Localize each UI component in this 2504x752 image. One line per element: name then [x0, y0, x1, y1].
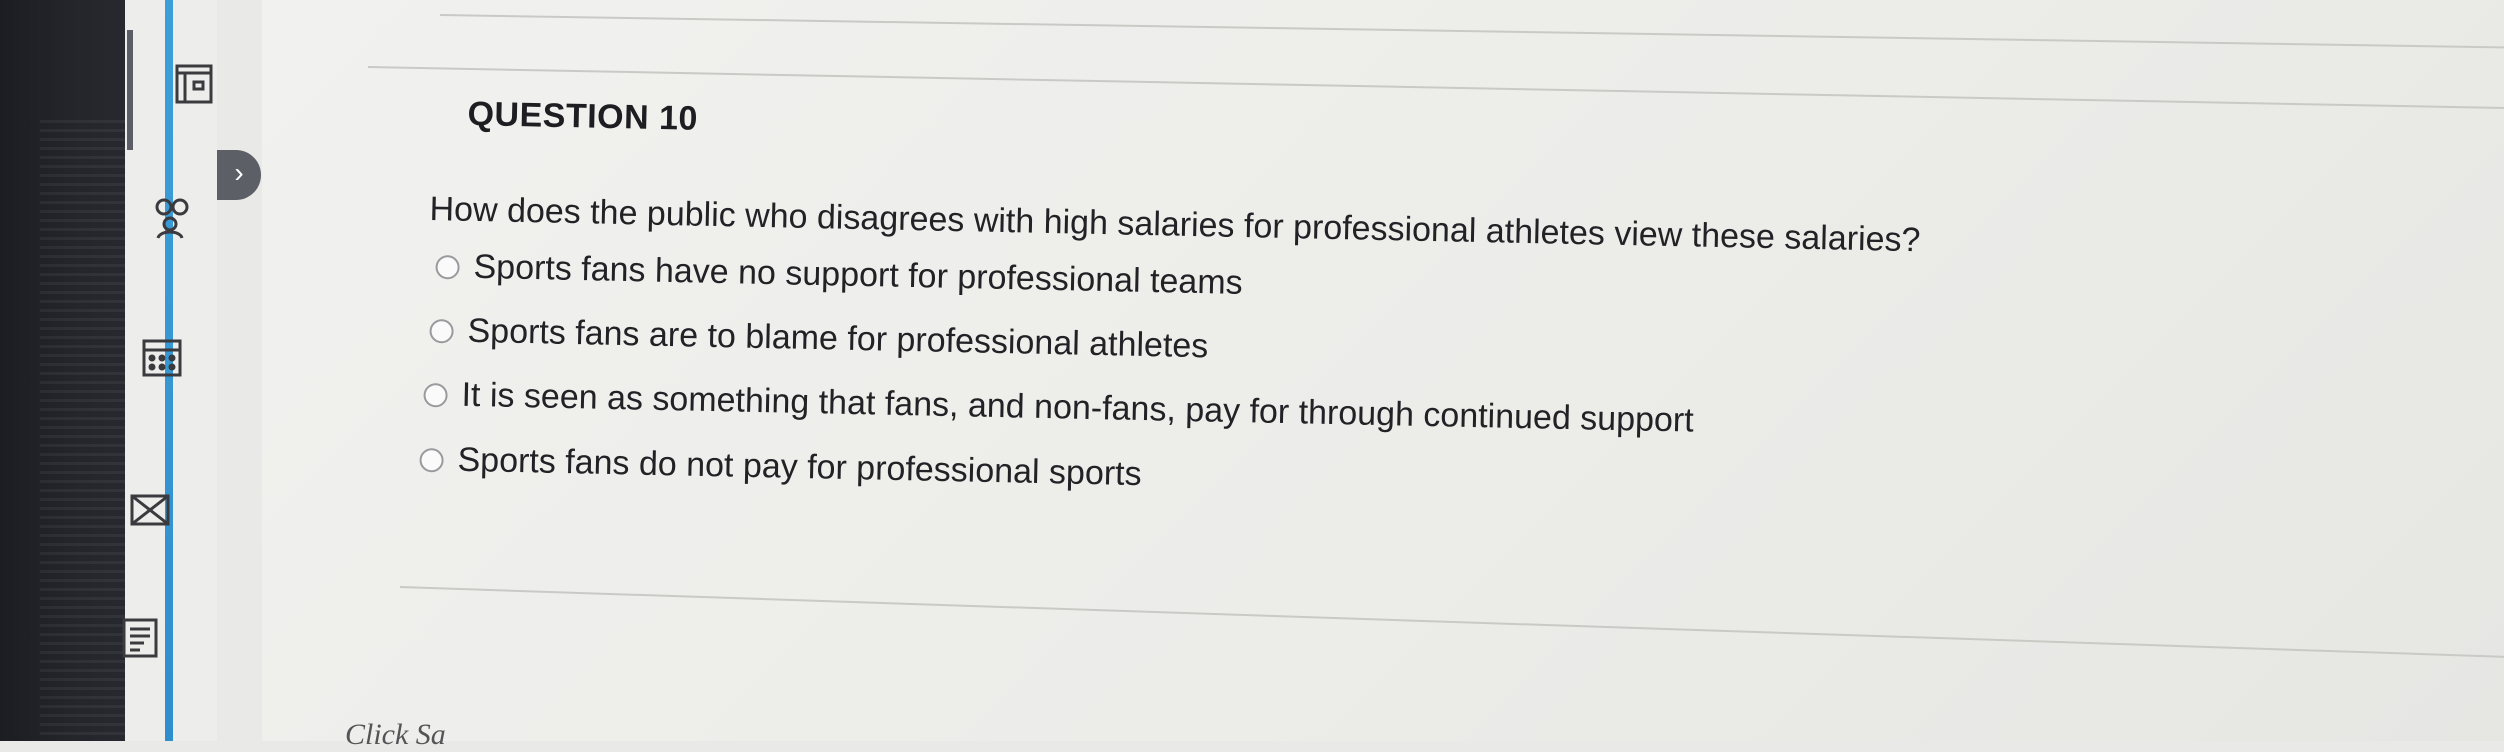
radio-button[interactable]	[435, 254, 460, 279]
expand-sidebar-button[interactable]: ›	[217, 150, 261, 200]
calendar-icon[interactable]	[140, 335, 184, 379]
bezel-texture	[40, 120, 130, 741]
sidebar-selected-indicator	[127, 30, 133, 150]
radio-button[interactable]	[429, 318, 454, 343]
question-number: QUESTION 10	[467, 95, 699, 138]
footer-instruction: Click Sa	[345, 718, 446, 751]
notes-icon[interactable]	[118, 616, 162, 660]
radio-button[interactable]	[419, 447, 444, 472]
content-icon[interactable]	[172, 62, 216, 106]
chevron-right-icon: ›	[234, 157, 244, 188]
radio-button[interactable]	[423, 382, 448, 407]
people-icon[interactable]	[150, 196, 194, 240]
mail-icon[interactable]	[128, 488, 172, 532]
